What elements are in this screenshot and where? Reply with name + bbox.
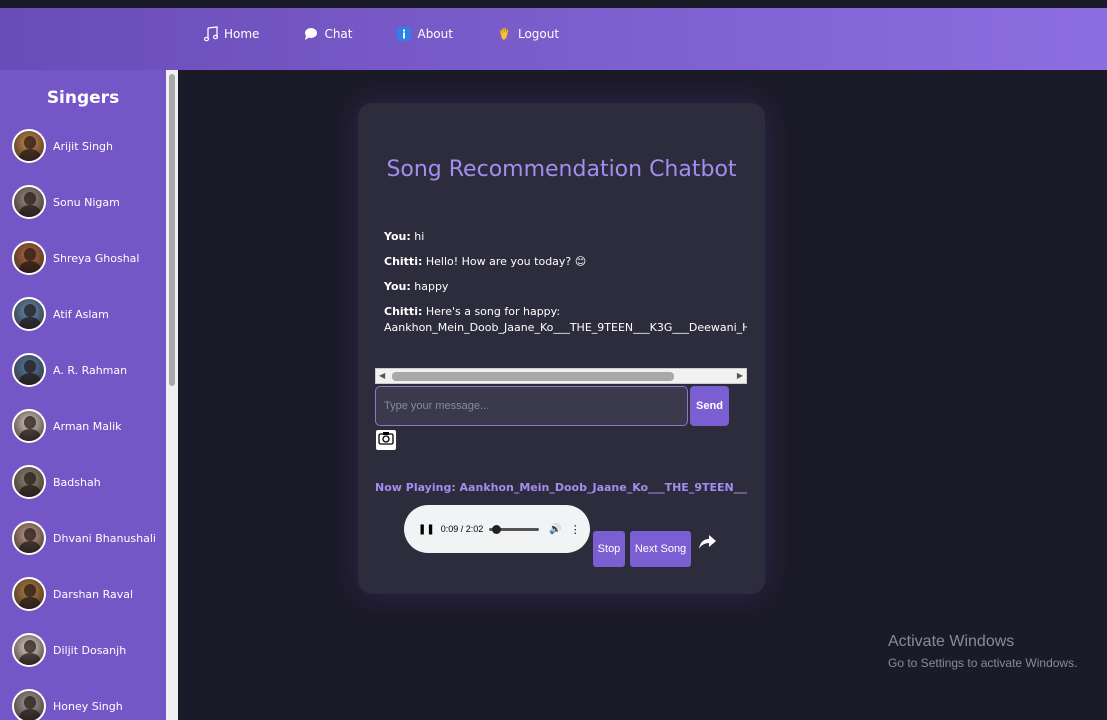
singer-avatar — [12, 521, 46, 555]
chat-message: Chitti: Hello! How are you today? 😊 — [384, 254, 747, 270]
nav-home-link[interactable]: Home — [203, 26, 259, 42]
message-sender: You: — [384, 280, 411, 293]
share-icon[interactable] — [696, 531, 718, 557]
volume-icon[interactable]: 🔊 — [549, 524, 561, 535]
singer-name: Arman Malik — [53, 419, 122, 433]
message-input[interactable] — [375, 386, 688, 426]
singer-avatar — [12, 689, 46, 720]
sidebar-singer-item[interactable]: Darshan Raval — [0, 566, 166, 622]
singer-avatar — [12, 353, 46, 387]
camera-icon — [378, 430, 394, 450]
sidebar-singer-item[interactable]: Atif Aslam — [0, 286, 166, 342]
activate-windows-watermark: Activate Windows Go to Settings to activ… — [888, 633, 1077, 670]
singer-name: Atif Aslam — [53, 307, 109, 321]
nav-about-label: About — [417, 27, 453, 41]
chat-message: You: hi — [384, 229, 747, 245]
sidebar-singer-item[interactable]: Shreya Ghoshal — [0, 230, 166, 286]
singer-name: Shreya Ghoshal — [53, 251, 140, 265]
nav-logout-link[interactable]: Logout — [497, 26, 559, 42]
watermark-title: Activate Windows — [888, 633, 1015, 650]
sidebar-title: Singers — [46, 88, 120, 108]
singer-name: Arijit Singh — [53, 139, 113, 153]
watermark-subtitle: Go to Settings to activate Windows. — [888, 656, 1078, 670]
sidebar-singer-item[interactable]: A. R. Rahman — [0, 342, 166, 398]
audio-player: ❚❚ 0:09 / 2:02 🔊 ⋮ — [404, 505, 590, 553]
nav-about-link[interactable]: About — [396, 26, 453, 42]
chat-bubble-icon — [303, 26, 319, 42]
singer-name: Badshah — [53, 475, 101, 489]
music-notes-icon — [203, 26, 219, 42]
nav-chat-label: Chat — [324, 27, 353, 41]
send-button[interactable]: Send — [690, 386, 729, 426]
sidebar-singer-item[interactable]: Arijit Singh — [0, 118, 166, 174]
top-navbar: Home Chat About Logout — [0, 8, 1107, 70]
sidebar-singer-item[interactable]: Honey Singh — [0, 678, 166, 720]
top-nav-menu: Home Chat About Logout — [203, 26, 603, 42]
nav-home-label: Home — [224, 27, 260, 41]
scroll-left-arrow-icon[interactable]: ◀ — [379, 371, 385, 380]
chat-horizontal-scrollbar[interactable]: ◀ ▶ — [375, 368, 747, 384]
singer-avatar — [12, 241, 46, 275]
scroll-right-arrow-icon[interactable]: ▶ — [737, 371, 743, 380]
singer-avatar — [12, 129, 46, 163]
singer-name: Sonu Nigam — [53, 195, 120, 209]
singer-name: A. R. Rahman — [53, 363, 128, 377]
chatbot-card: Song Recommendation Chatbot You: hi Chit… — [358, 103, 765, 594]
chatbot-title: Song Recommendation Chatbot — [386, 157, 737, 182]
stop-button[interactable]: Stop — [593, 531, 625, 567]
singer-name: Diljit Dosanjh — [53, 643, 127, 657]
message-sender: You: — [384, 230, 411, 243]
chat-message: Chitti: Here's a song for happy: — [384, 304, 747, 320]
sidebar-singer-item[interactable]: Dhvani Bhanushali — [0, 510, 166, 566]
camera-button[interactable] — [376, 430, 396, 450]
message-text: happy — [410, 280, 449, 293]
chat-log: You: hi Chitti: Hello! How are you today… — [384, 229, 747, 345]
singer-avatar — [12, 577, 46, 611]
playback-progress-slider[interactable] — [489, 524, 540, 534]
singer-list: Arijit Singh Sonu Nigam Shreya Ghoshal Atif… — [0, 118, 166, 720]
chat-message: You: happy — [384, 279, 747, 295]
sidebar-scrollbar-thumb[interactable] — [169, 74, 175, 386]
sidebar-singer-item[interactable]: Diljit Dosanjh — [0, 622, 166, 678]
message-text: hi — [410, 230, 425, 243]
singer-avatar — [12, 185, 46, 219]
nav-chat-link[interactable]: Chat — [303, 26, 352, 42]
playback-time: 0:09 / 2:02 — [440, 524, 484, 534]
progress-handle[interactable] — [492, 524, 502, 534]
song-filename: Aankhon_Mein_Doob_Jaane_Ko___THE_9TEEN__… — [384, 321, 747, 334]
nav-logout-label: Logout — [517, 27, 560, 41]
more-options-icon[interactable]: ⋮ — [570, 523, 581, 536]
singer-avatar — [12, 409, 46, 443]
message-sender: Chitti: — [384, 305, 423, 318]
sidebar-singer-item[interactable]: Badshah — [0, 454, 166, 510]
message-text: Hello! How are you today? 😊 — [422, 255, 587, 268]
info-icon — [396, 26, 412, 42]
now-playing-label: Now Playing: Aankhon_Mein_Doob_Jaane_Ko_… — [375, 481, 747, 494]
singer-avatar — [12, 297, 46, 331]
message-sender: Chitti: — [384, 255, 423, 268]
sidebar-singer-item[interactable]: Sonu Nigam — [0, 174, 166, 230]
singer-name: Honey Singh — [53, 699, 123, 713]
singer-avatar — [12, 633, 46, 667]
sidebar-singer-item[interactable]: Arman Malik — [0, 398, 166, 454]
chat-scrollbar-thumb[interactable] — [392, 372, 674, 381]
waving-hand-icon — [497, 26, 513, 42]
singers-sidebar: Singers Arijit Singh Sonu Nigam Shreya Gho… — [0, 70, 166, 720]
singer-name: Dhvani Bhanushali — [53, 531, 156, 545]
singer-name: Darshan Raval — [53, 587, 134, 601]
message-text: Here's a song for happy: — [422, 305, 561, 318]
pause-icon[interactable]: ❚❚ — [418, 524, 435, 535]
singer-avatar — [12, 465, 46, 499]
next-song-button[interactable]: Next Song — [630, 531, 691, 567]
